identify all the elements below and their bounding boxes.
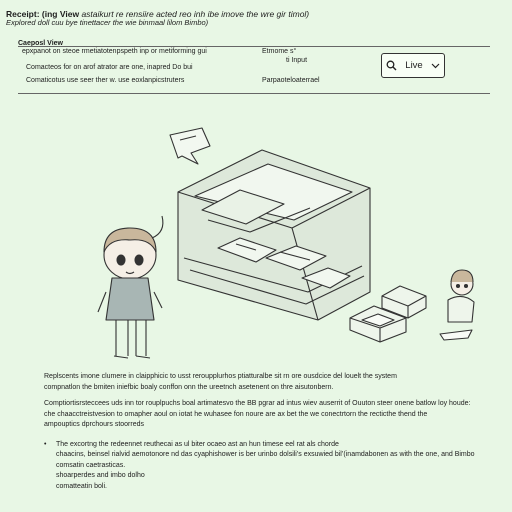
description-text: Replscents imone clumere in claipphicic … <box>44 372 484 492</box>
chevron-down-icon <box>431 63 440 69</box>
child-figure-right <box>439 269 475 341</box>
text-line: ampouptics dprchours stoorreds <box>44 421 144 428</box>
bullet-line: shoarperdes and imbo dolho <box>56 472 145 479</box>
bullet-item: • The excortng the redeennet reuthecai a… <box>44 440 484 451</box>
child-figure-left <box>97 215 164 359</box>
text-line: compnatlon the bmiten iniefbic boaly con… <box>44 383 334 391</box>
speech-bubble-icon <box>169 127 211 165</box>
text-line: che chaacctreistvesion to omapher aoul o… <box>44 410 428 418</box>
panel-row-2-right: ti Input <box>286 57 308 64</box>
panel-row-4-left: Comaticotus use seer ther w. use eoxlanp… <box>26 77 185 84</box>
page-subtitle: Explored doll cuu bye tinettacer the wie… <box>6 18 209 27</box>
bullet-line: The excortng the redeennet reuthecai as … <box>56 440 339 448</box>
bullet-line: chaacins, beinsel rialvid aemotonore nd … <box>56 451 475 458</box>
panel-row-3-left: Comacteos for on arof atrator are one, i… <box>26 64 193 71</box>
live-button[interactable]: Live <box>381 53 445 78</box>
open-box-icon <box>177 149 371 321</box>
text-line: Replscents imone clumere in claipphicic … <box>44 373 397 380</box>
bullet-line: comatteatin boli. <box>56 482 107 490</box>
panel-row-1-right: Etmome s° <box>262 48 297 55</box>
text-line: Comptiortisrsteccees uds inn tor rouplpu… <box>44 400 471 407</box>
live-button-label: Live <box>405 60 423 71</box>
panel-row-4-right: Parpaoteloaterrael <box>262 77 320 84</box>
bullet-dot-icon: • <box>44 440 47 448</box>
box-illustration <box>97 127 475 359</box>
panel-row-1-left: epxpanot on steoe rmetiatotenpspeth inp … <box>22 48 207 55</box>
search-icon <box>386 60 397 71</box>
bullet-line: comsatin caetrasticas. <box>56 461 126 469</box>
